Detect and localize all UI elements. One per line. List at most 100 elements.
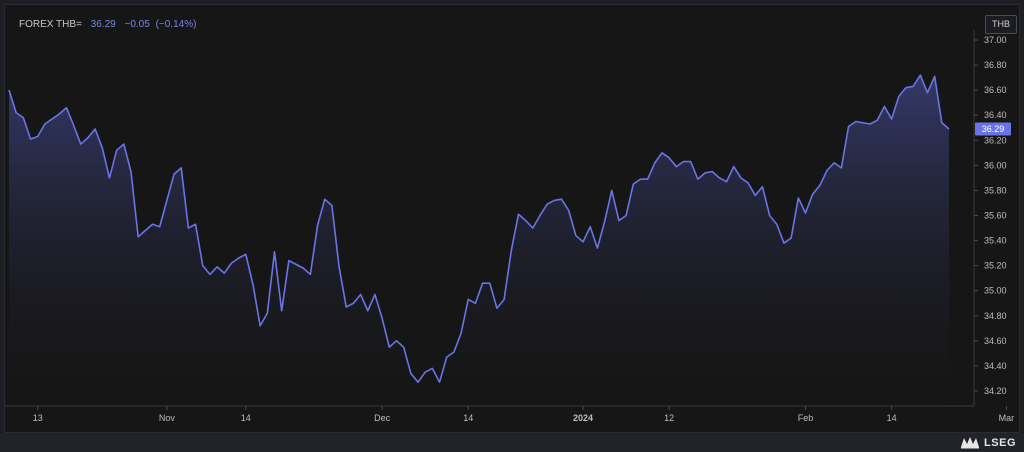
price-point — [711, 171, 713, 173]
price-point — [654, 162, 656, 164]
y-tick-label: 35.80 — [984, 185, 1007, 195]
price-point — [848, 126, 850, 128]
price-point — [611, 189, 613, 191]
price-point — [596, 247, 598, 249]
price-point — [302, 267, 304, 269]
price-point — [195, 223, 197, 225]
price-point — [489, 282, 491, 284]
price-point — [65, 107, 67, 109]
y-tick-label: 36.60 — [984, 85, 1007, 95]
price-point — [87, 137, 89, 139]
price-point — [446, 356, 448, 358]
price-point — [116, 149, 118, 151]
price-point — [281, 310, 283, 312]
price-point — [761, 186, 763, 188]
price-point — [525, 220, 527, 222]
price-point — [338, 266, 340, 268]
price-point — [431, 367, 433, 369]
price-point — [352, 302, 354, 304]
price-point — [769, 214, 771, 216]
price-point — [58, 113, 60, 115]
price-point — [245, 253, 247, 255]
price-point — [209, 273, 211, 275]
x-tick-label: 14 — [463, 413, 473, 423]
price-point — [424, 371, 426, 373]
price-point — [804, 212, 806, 214]
price-point — [288, 260, 290, 262]
price-point — [905, 87, 907, 89]
last-price-marker: 36.29 — [975, 122, 1011, 136]
x-tick-label: 14 — [241, 413, 251, 423]
price-point — [833, 162, 835, 164]
price-point — [941, 122, 943, 124]
price-point — [360, 293, 362, 295]
footer-bar: LSEG — [0, 433, 1024, 452]
x-axis-ticks: 13Nov14Dec14202412Feb14Mar14Apr12 — [33, 406, 1014, 423]
price-point — [238, 257, 240, 259]
price-point — [15, 112, 17, 114]
price-point — [790, 237, 792, 239]
price-point — [317, 225, 319, 227]
price-point — [166, 199, 168, 201]
price-point — [230, 262, 232, 264]
price-point — [274, 251, 276, 253]
price-point — [467, 298, 469, 300]
price-point — [575, 235, 577, 237]
price-point — [582, 241, 584, 243]
price-area-fill — [9, 75, 949, 407]
price-point — [108, 177, 110, 179]
price-point — [496, 307, 498, 309]
price-point — [345, 306, 347, 308]
price-point — [367, 310, 369, 312]
price-point — [912, 85, 914, 87]
price-point — [625, 214, 627, 216]
price-point — [733, 166, 735, 168]
price-point — [216, 266, 218, 268]
currency-unit-button[interactable]: THB — [985, 15, 1017, 34]
price-point — [159, 226, 161, 228]
lseg-logo: LSEG — [960, 435, 1016, 450]
price-point — [840, 167, 842, 169]
price-chart[interactable]: 34.20 34.40 34.60 34.80 35.00 35.20 35.40 35.60… — [5, 5, 1021, 434]
price-point — [561, 198, 563, 200]
price-point — [826, 169, 828, 171]
y-tick-label: 36.80 — [984, 60, 1007, 70]
price-point — [51, 118, 53, 120]
price-point — [381, 317, 383, 319]
price-point — [546, 203, 548, 205]
price-point — [309, 273, 311, 275]
price-point — [187, 227, 189, 229]
last-price-label: 36.29 — [982, 124, 1005, 134]
price-point — [482, 282, 484, 284]
price-point — [639, 178, 641, 180]
price-point — [460, 332, 462, 334]
price-point — [410, 372, 412, 374]
chart-legend: FOREX THB= 36.29 −0.05 (−0.14%) — [19, 19, 196, 30]
price-point — [37, 136, 39, 138]
y-axis-ticks: 34.20 34.40 34.60 34.80 35.00 35.20 35.40 35.60… — [974, 35, 1007, 396]
price-point — [704, 172, 706, 174]
x-tick-label: 2024 — [573, 413, 593, 423]
price-point — [503, 298, 505, 300]
price-point — [697, 178, 699, 180]
price-point — [331, 204, 333, 206]
price-point — [589, 226, 591, 228]
price-point — [80, 143, 82, 145]
legend-symbol: FOREX THB= — [19, 19, 82, 30]
price-point — [266, 312, 268, 314]
y-tick-label: 36.20 — [984, 135, 1007, 145]
price-point — [812, 193, 814, 195]
brand-name: LSEG — [984, 436, 1016, 449]
price-point — [453, 351, 455, 353]
y-tick-label: 34.80 — [984, 311, 1007, 321]
price-point — [855, 120, 857, 122]
price-point — [152, 223, 154, 225]
price-point — [173, 173, 175, 175]
price-point — [934, 75, 936, 77]
price-point — [876, 119, 878, 121]
price-point — [474, 302, 476, 304]
y-tick-label: 34.20 — [984, 386, 1007, 396]
price-point — [180, 167, 182, 169]
x-tick-label: Nov — [159, 413, 176, 423]
price-point — [539, 214, 541, 216]
